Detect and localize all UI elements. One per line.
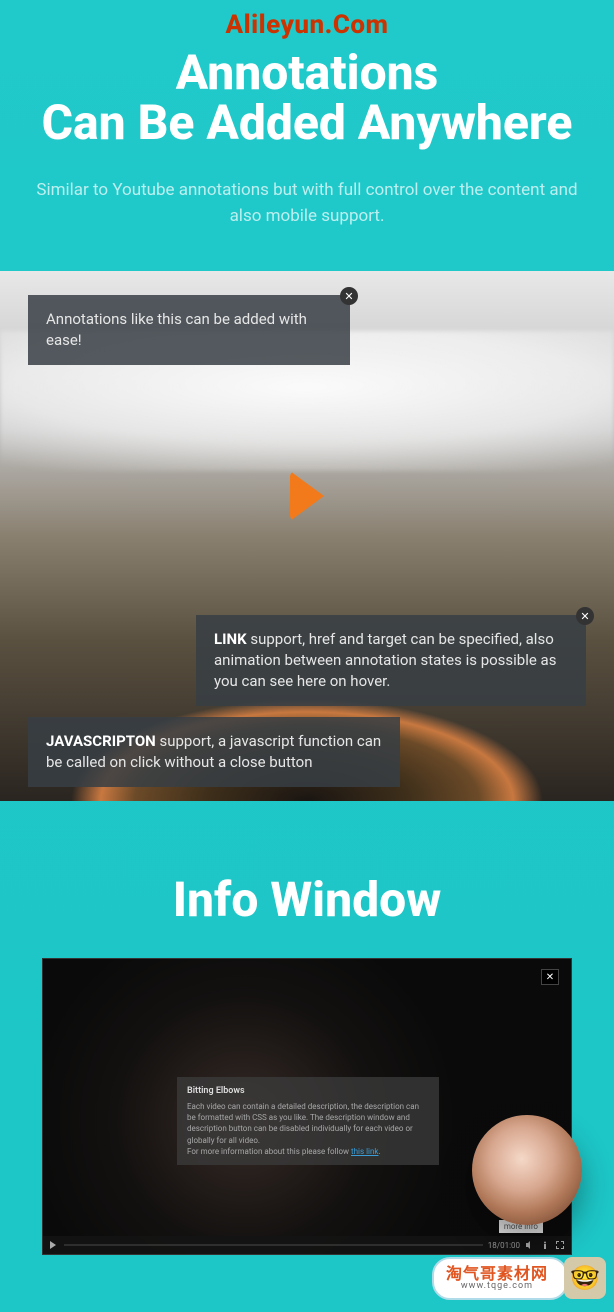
annotation-bold: JAVASCRIPTON: [46, 732, 156, 750]
video-description-panel: Bitting Elbows Each video can contain a …: [177, 1077, 439, 1165]
annotation-bold: LINK: [214, 630, 247, 648]
headline-line2: Can Be Added Anywhere: [0, 98, 614, 148]
footer-avatar-icon: 🤓: [564, 1257, 606, 1299]
annotation-text: Annotations like this can be added with …: [46, 310, 307, 349]
info-window-heading: Info Window: [0, 871, 614, 928]
page-headline: Annotations Can Be Added Anywhere: [0, 48, 614, 149]
fullscreen-icon[interactable]: [555, 1240, 565, 1250]
info-icon[interactable]: [540, 1240, 550, 1250]
play-pause-icon[interactable]: [49, 1240, 59, 1250]
footer-title: 淘气哥素材网: [446, 1265, 548, 1283]
annotation-simple[interactable]: Annotations like this can be added with …: [28, 295, 350, 365]
footer-url: www.tqge.com: [446, 1282, 548, 1292]
play-icon[interactable]: [290, 471, 324, 521]
progress-bar[interactable]: [64, 1244, 483, 1246]
floating-action-button[interactable]: [472, 1115, 582, 1225]
video-control-bar: 18/01:00: [43, 1236, 571, 1254]
page-subtext: Similar to Youtube annotations but with …: [0, 177, 614, 230]
video-description-footer: For more information about this please f…: [187, 1146, 429, 1157]
video-description-title: Bitting Elbows: [187, 1085, 429, 1098]
close-icon[interactable]: ✕: [541, 969, 559, 985]
annotations-video-player[interactable]: Annotations like this can be added with …: [0, 271, 614, 801]
footer-badge[interactable]: 淘气哥素材网 www.tqge.com 🤓: [432, 1257, 606, 1300]
headline-line1: Annotations: [0, 48, 614, 98]
site-logo: Alileyun.Com: [0, 0, 614, 40]
annotation-javascript[interactable]: JAVASCRIPTON support, a javascript funct…: [28, 717, 400, 787]
annotation-text: support, href and target can be specifie…: [214, 630, 556, 690]
video-description-body: Each video can contain a detailed descri…: [187, 1101, 429, 1146]
time-display: 18/01:00: [488, 1241, 520, 1250]
footer-badge-text: 淘气哥素材网 www.tqge.com: [432, 1257, 568, 1300]
description-link[interactable]: this link: [351, 1147, 378, 1156]
annotation-link[interactable]: LINK support, href and target can be spe…: [196, 615, 586, 706]
volume-icon[interactable]: [525, 1240, 535, 1250]
description-prefix: For more information about this please f…: [187, 1147, 351, 1156]
